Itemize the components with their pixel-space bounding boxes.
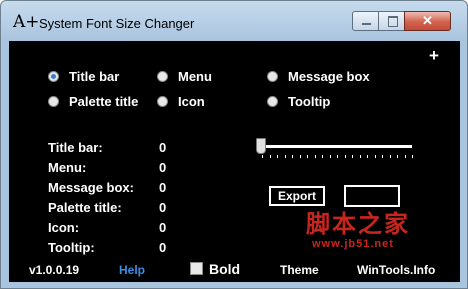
radio-label: Tooltip <box>288 94 331 109</box>
slider-tick <box>269 155 271 158</box>
radio-title-bar[interactable]: Title bar <box>48 69 119 84</box>
slider-tick <box>367 155 368 158</box>
slider-tick <box>359 155 361 158</box>
slider-tick <box>299 155 301 158</box>
stat-label-icon: Icon: <box>48 220 80 235</box>
title-bar[interactable]: A+ System Font Size Changer ✕ <box>1 1 467 41</box>
slider-tick <box>389 155 391 158</box>
slider-tick <box>262 155 263 158</box>
radio-dot[interactable] <box>157 71 168 82</box>
close-button[interactable]: ✕ <box>404 11 451 31</box>
font-size-slider-track[interactable] <box>262 145 412 148</box>
close-icon: ✕ <box>422 13 433 28</box>
stat-value-icon: 0 <box>159 220 167 235</box>
radio-dot[interactable] <box>267 71 278 82</box>
slider-tick <box>397 155 398 158</box>
minimize-button[interactable] <box>352 11 379 31</box>
slider-tick <box>314 155 316 158</box>
window-title: System Font Size Changer <box>39 16 195 31</box>
stat-label-title-bar: Title bar: <box>48 140 103 155</box>
radio-dot[interactable] <box>48 96 59 107</box>
radio-label: Title bar <box>69 69 120 84</box>
maximize-icon <box>388 16 398 27</box>
help-link[interactable]: Help <box>119 263 145 277</box>
stat-label-message-box: Message box: <box>48 180 134 195</box>
version-label: v1.0.0.19 <box>29 263 80 277</box>
minimize-icon <box>362 23 371 25</box>
watermark-logo: 脚本之家 <box>306 209 410 238</box>
slider-ticks <box>262 155 413 158</box>
maximize-button[interactable] <box>378 11 405 31</box>
stat-value-title-bar: 0 <box>159 140 167 155</box>
radio-label: Menu <box>178 69 212 84</box>
radio-dot-selected[interactable] <box>48 71 59 82</box>
radio-label: Message box <box>288 69 370 84</box>
stat-label-tooltip: Tooltip: <box>48 240 95 255</box>
stat-value-message-box: 0 <box>159 180 167 195</box>
radio-tooltip[interactable]: Tooltip <box>267 94 330 109</box>
slider-tick <box>352 155 353 158</box>
slider-tick <box>382 155 383 158</box>
radio-dot[interactable] <box>157 96 168 107</box>
slider-tick <box>284 155 286 158</box>
slider-tick <box>307 155 308 158</box>
radio-message-box[interactable]: Message box <box>267 69 370 84</box>
slider-tick <box>344 155 346 158</box>
slider-tick <box>374 155 376 158</box>
stat-label-menu: Menu: <box>48 160 87 175</box>
theme-link[interactable]: Theme <box>280 263 319 277</box>
slider-tick <box>277 155 278 158</box>
stat-value-palette-title: 0 <box>159 200 167 215</box>
bold-label[interactable]: Bold <box>209 261 240 277</box>
slider-tick <box>337 155 338 158</box>
app-window: A+ System Font Size Changer ✕ + Title ba… <box>0 0 468 289</box>
slider-tick <box>322 155 323 158</box>
slider-tick <box>329 155 331 158</box>
radio-dot[interactable] <box>267 96 278 107</box>
stat-label-palette-title: Palette title: <box>48 200 122 215</box>
radio-label: Icon <box>178 94 205 109</box>
stat-value-menu: 0 <box>159 160 167 175</box>
radio-icon[interactable]: Icon <box>157 94 205 109</box>
slider-tick <box>292 155 293 158</box>
stat-value-tooltip: 0 <box>159 240 167 255</box>
radio-label: Palette title <box>69 94 139 109</box>
font-size-slider-thumb[interactable] <box>256 138 266 154</box>
radio-menu[interactable]: Menu <box>157 69 212 84</box>
wintools-link[interactable]: WinTools.Info <box>357 263 435 277</box>
radio-palette-title[interactable]: Palette title <box>48 94 138 109</box>
main-panel: + Title bar Menu Message box Palette tit… <box>9 41 460 282</box>
add-icon[interactable]: + <box>429 46 439 66</box>
slider-tick <box>404 155 406 158</box>
slider-tick <box>412 155 413 158</box>
app-font-icon: A+ <box>13 12 40 32</box>
watermark-url: www.jb51.net <box>312 238 394 250</box>
bold-checkbox[interactable] <box>190 262 203 275</box>
export-button[interactable]: Export <box>269 186 325 206</box>
